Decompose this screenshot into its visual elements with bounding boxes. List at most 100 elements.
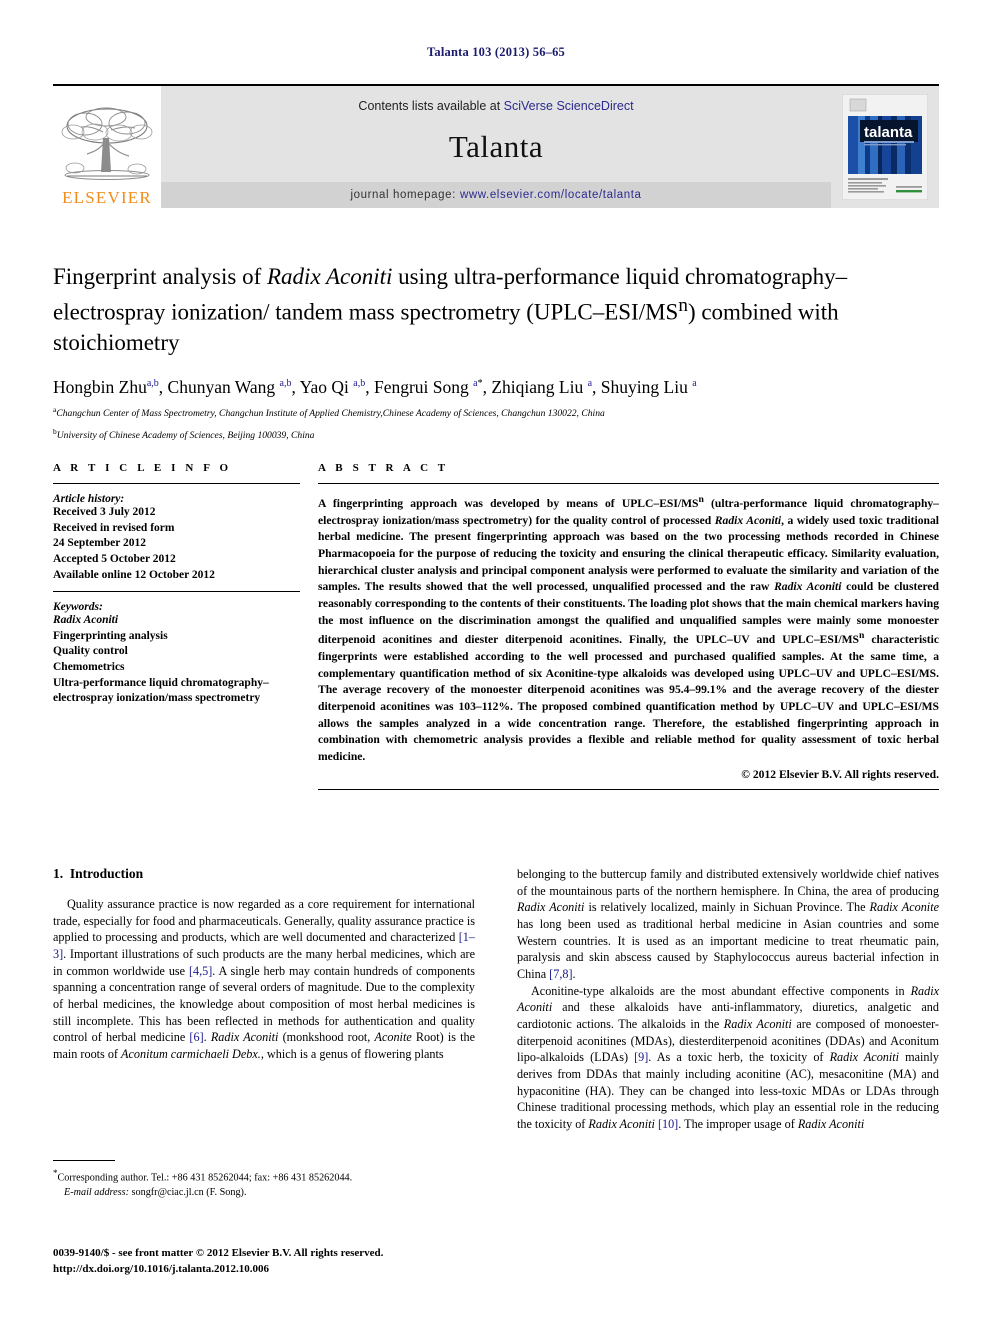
homepage-link[interactable]: www.elsevier.com/locate/talanta: [460, 189, 642, 201]
elsevier-tree-icon: [61, 107, 153, 180]
abstract-column: A B S T R A C T A fingerprinting approac…: [318, 462, 939, 799]
contents-available-line: Contents lists available at SciVerse Sci…: [358, 99, 633, 113]
author-name: Hongbin Zhu: [53, 377, 147, 398]
title-superscript-n: n: [678, 294, 688, 316]
body-italic: Radix Aconiti: [588, 1116, 655, 1131]
section-number: 1.: [53, 866, 64, 881]
author-affiliation-marker: a,b: [353, 378, 366, 390]
elsevier-wordmark: ELSEVIER: [62, 188, 152, 207]
citation-ref[interactable]: [9]: [634, 1050, 648, 1064]
author-name: Shuying Liu: [600, 377, 693, 398]
history-line: Available online 12 October 2012: [53, 568, 215, 581]
body-seg: . The improper usage of: [678, 1116, 798, 1131]
body-italic: Radix Aconiti: [210, 1030, 279, 1045]
author-affiliation-marker: a,b: [279, 378, 292, 390]
author-separator: ,: [592, 377, 601, 398]
history-line: 24 September 2012: [53, 537, 147, 550]
journal-homepage-strip: journal homepage: www.elsevier.com/locate…: [161, 182, 831, 208]
history-line: Received 3 July 2012: [53, 506, 156, 518]
email-value[interactable]: songfr@ciac.jl.cn (F. Song).: [129, 1187, 247, 1198]
title-part-1: Fingerprint analysis of: [53, 264, 267, 289]
body-seg: , which is a genus of flowering plants: [260, 1046, 444, 1061]
body-seg: Quality assurance practice is now regard…: [53, 897, 475, 945]
body-italic: Aconitum carmichaeli Debx.: [121, 1046, 261, 1061]
author-separator: ,: [158, 377, 168, 398]
body-seg: . As a toxic herb, the toxicity of: [648, 1050, 830, 1065]
affiliation-b: bUniversity of Chinese Academy of Scienc…: [53, 427, 939, 443]
imprint-issn-line: 0039-9140/$ - see front matter © 2012 El…: [53, 1247, 384, 1259]
section-title: Introduction: [69, 866, 144, 881]
body-italic: Radix Aconiti: [723, 1016, 792, 1031]
article-info-heading: A R T I C L E I N F O: [53, 462, 232, 474]
svg-text:talanta: talanta: [864, 124, 913, 141]
author-name: Fengrui Song: [373, 377, 474, 398]
footnote-corresponding-line: *Corresponding author. Tel.: +86 431 852…: [53, 1167, 475, 1186]
author-separator: ,: [365, 377, 374, 398]
keyword-item: Ultra-performance liquid chromatography–: [53, 676, 269, 689]
abstract-divider: [318, 483, 939, 484]
body-column-left: 1. Introduction Quality assurance practi…: [53, 866, 475, 1133]
masthead-center: Contents lists available at SciVerse Sci…: [161, 86, 831, 208]
talanta-cover-icon: talanta: [842, 94, 928, 200]
affiliation-text-b: University of Chinese Academy of Science…: [56, 430, 315, 442]
body-seg: (monkshood root,: [278, 1030, 375, 1045]
body-seg: has long been used as traditional herbal…: [517, 916, 939, 981]
body-seg: .: [572, 966, 576, 981]
title-part-2: using ultra-performance liquid: [392, 264, 680, 289]
sciencedirect-link[interactable]: SciVerse ScienceDirect: [504, 99, 634, 113]
article-history-title: Article history:: [53, 493, 125, 505]
abstract-heading: A B S T R A C T: [318, 462, 449, 474]
body-columns: 1. Introduction Quality assurance practi…: [53, 866, 939, 1133]
footnote-email-line: E-mail address: songfr@ciac.jl.cn (F. So…: [53, 1186, 475, 1200]
author-affiliation-marker: a,b: [146, 378, 159, 390]
abstract-text: A fingerprinting approach was developed …: [318, 493, 939, 766]
citation-ref[interactable]: [6]: [189, 1030, 203, 1044]
homepage-label: journal homepage:: [350, 189, 456, 201]
keyword-item: electrospray ionization/mass spectrometr…: [53, 692, 261, 705]
journal-cover-thumbnail: talanta: [831, 86, 939, 208]
author-name: Chunyan Wang: [167, 377, 280, 398]
body-column-right: belonging to the buttercup family and di…: [517, 866, 939, 1133]
abstract-copyright: © 2012 Elsevier B.V. All rights reserved…: [741, 767, 939, 781]
keywords-title: Keywords:: [53, 601, 103, 614]
body-italic: Radix Aconiti: [829, 1050, 900, 1065]
article-info-column: A R T I C L E I N F O Article history: R…: [53, 462, 318, 799]
citation-ref[interactable]: [7,8]: [549, 967, 572, 981]
section-heading-introduction: 1. Introduction: [53, 866, 475, 882]
abstract-bottom-divider: [318, 788, 939, 790]
journal-masthead: ELSEVIER Contents lists available at Sci…: [53, 86, 939, 208]
body-seg: belonging to the buttercup family and di…: [517, 867, 939, 898]
affiliation-text-a: Changchun Center of Mass Spectrometry, C…: [56, 408, 605, 420]
body-seg: Aconitine-type alkaloids are the most ab…: [531, 983, 911, 998]
abstract-italic: Radix Aconiti: [774, 580, 842, 594]
title-part-4: (UPLC–ESI/MS: [526, 299, 679, 325]
keywords-block: Keywords: Radix Aconiti Fingerprinting a…: [53, 601, 300, 707]
citation-ref[interactable]: [4,5]: [189, 964, 212, 978]
history-line: Received in revised form: [53, 521, 175, 534]
citation-ref[interactable]: [10]: [655, 1117, 678, 1131]
intro-paragraph-right-2: Aconitine-type alkaloids are the most ab…: [517, 983, 939, 1133]
imprint-doi-link[interactable]: http://dx.doi.org/10.1016/j.talanta.2012…: [53, 1261, 573, 1277]
abstract-italic: Radix Aconiti: [714, 513, 782, 527]
body-italic: Radix Aconiti: [797, 1116, 865, 1131]
running-head: Talanta 103 (2013) 56–65: [426, 45, 566, 59]
intro-paragraph-right-1: belonging to the buttercup family and di…: [517, 866, 939, 983]
keyword-item: Quality control: [53, 645, 128, 658]
author-separator: ,: [291, 377, 300, 398]
corresponding-author-footnote: *Corresponding author. Tel.: +86 431 852…: [53, 1160, 475, 1200]
email-label: E-mail address:: [64, 1186, 129, 1198]
intro-paragraph-left: Quality assurance practice is now regard…: [53, 896, 475, 1063]
abstract-seg: characteristic fingerprints were establi…: [318, 633, 939, 764]
page-title: Fingerprint analysis of Radix Aconiti us…: [53, 262, 939, 358]
keywords-divider: [53, 591, 300, 593]
info-abstract-region: A R T I C L E I N F O Article history: R…: [53, 462, 939, 799]
history-line: Accepted 5 October 2012: [53, 552, 176, 565]
contents-available-prefix: Contents lists available at: [358, 99, 504, 113]
body-italic: Radix Aconite: [869, 900, 939, 915]
author-name: Yao Qi: [299, 377, 354, 398]
imprint-block: 0039-9140/$ - see front matter © 2012 El…: [53, 1245, 573, 1278]
keyword-item: Radix Aconiti: [53, 614, 119, 627]
abstract-seg: A fingerprinting approach was developed …: [318, 496, 699, 510]
keyword-item: Fingerprinting analysis: [53, 629, 168, 642]
keyword-item: Chemometrics: [53, 661, 125, 673]
